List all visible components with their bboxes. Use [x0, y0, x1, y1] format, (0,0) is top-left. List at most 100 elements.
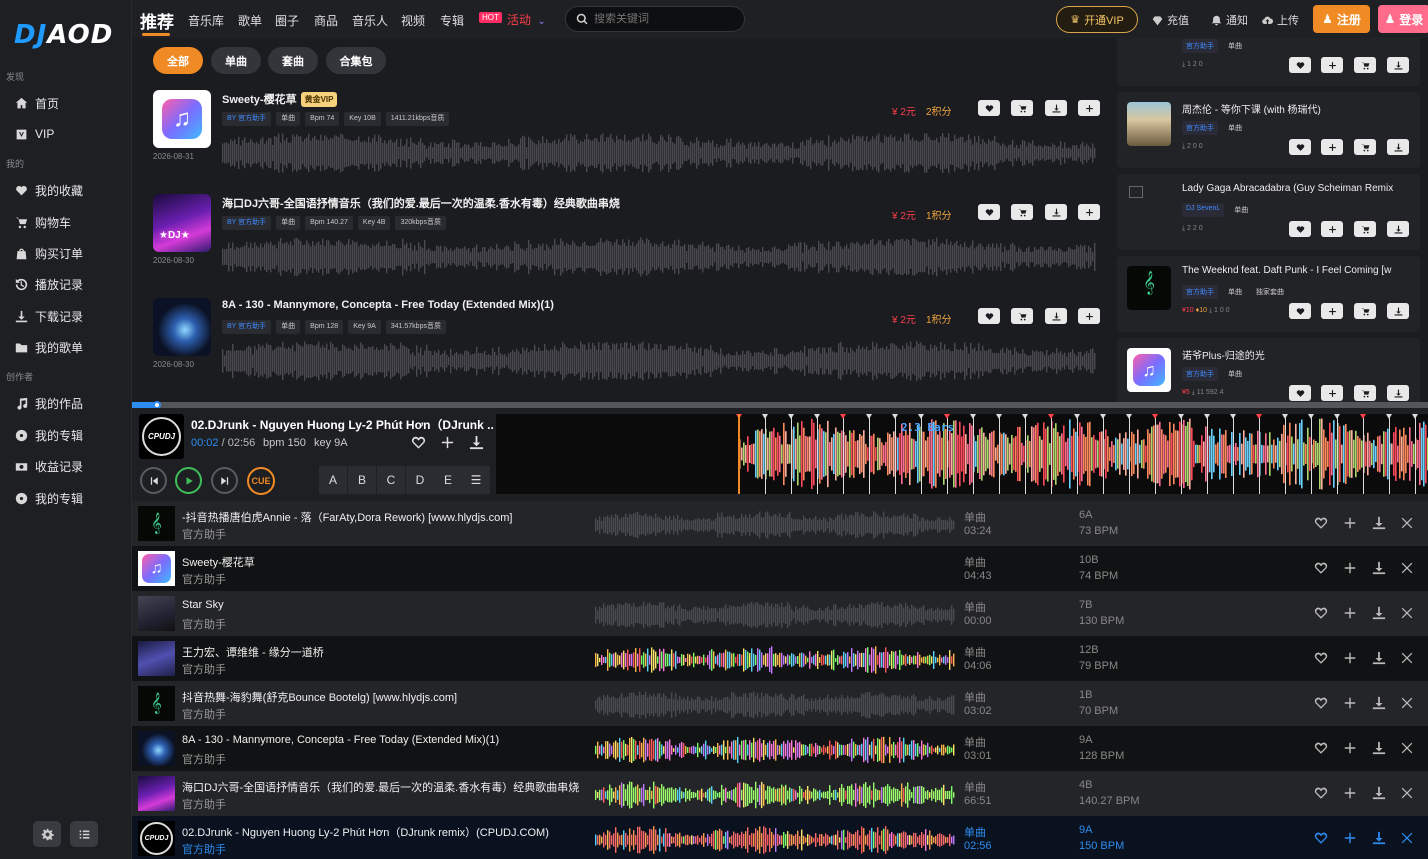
player-add-button[interactable] — [438, 433, 456, 451]
download-button[interactable] — [1387, 385, 1409, 401]
queue-add-button[interactable] — [1341, 649, 1358, 666]
nav-works[interactable]: 我的作品 — [14, 391, 83, 415]
queue-cover[interactable]: 𝄞 — [138, 686, 175, 721]
notify-link[interactable]: 通知 — [1211, 12, 1248, 28]
add-button[interactable] — [1321, 303, 1343, 319]
hotcue-e[interactable]: E — [434, 466, 463, 494]
download-button[interactable] — [1387, 57, 1409, 73]
nav-goods[interactable]: 商品 — [314, 12, 338, 29]
favorite-button[interactable] — [1289, 303, 1311, 319]
side-tag-author[interactable]: 官方助手 — [1182, 121, 1218, 135]
nav-cart[interactable]: 购物车 — [14, 210, 71, 234]
add-to-cart-button[interactable] — [1354, 221, 1376, 237]
recharge-link[interactable]: 充值 — [1152, 12, 1189, 28]
track-title[interactable]: Sweety-樱花草 黄金VIP — [222, 91, 338, 107]
queue-download-button[interactable] — [1370, 829, 1387, 846]
nav-albums-2[interactable]: 我的专辑 — [14, 486, 83, 510]
player-favorite-button[interactable] — [409, 433, 427, 451]
side-track-card[interactable]: 周杰伦 - 等你下课 (with 杨瑞代) 官方助手 单曲 ⤓ 2 0 0 — [1117, 92, 1420, 168]
queue-artist[interactable]: 官方助手 — [182, 571, 226, 587]
queue-cover[interactable]: CPUDJ — [138, 821, 175, 856]
queue-row[interactable]: Star Sky 官方助手 单曲 00:00 7B 130 BPM — [132, 591, 1428, 636]
side-track-cover[interactable] — [1127, 102, 1171, 146]
queue-title[interactable]: Star Sky — [182, 599, 582, 611]
player-download-button[interactable] — [467, 433, 485, 451]
tag-author[interactable]: BY 官方助手 — [222, 320, 272, 334]
play-button[interactable] — [175, 467, 202, 494]
add-to-cart-button[interactable] — [1354, 139, 1376, 155]
queue-artist[interactable]: 官方助手 — [182, 661, 226, 677]
track-cover[interactable]: ★DJ★ — [153, 194, 211, 252]
side-track-title[interactable]: 周杰伦 - 等你下课 (with 杨瑞代) — [1182, 101, 1412, 116]
side-track-cover[interactable] — [1127, 38, 1171, 64]
nav-home[interactable]: 首页 — [14, 91, 59, 115]
side-track-card[interactable]: 官方助手 单曲 ⤓ 1 2 0 — [1117, 38, 1420, 86]
queue-download-button[interactable] — [1370, 784, 1387, 801]
queue-row[interactable]: 海口DJ六哥-全国语抒情音乐（我们的爱.最后一次的温柔.香水有毒）经典歌曲串烧官… — [132, 771, 1428, 816]
queue-cover[interactable] — [138, 776, 175, 811]
queue-favorite-button[interactable] — [1312, 559, 1329, 576]
queue-favorite-button[interactable] — [1312, 694, 1329, 711]
queue-title[interactable]: 02.DJrunk - Nguyen Huong Ly-2 Phút Hơn（D… — [182, 824, 582, 840]
queue-download-button[interactable] — [1370, 649, 1387, 666]
list-button[interactable] — [70, 821, 98, 847]
queue-title[interactable]: 抖音热舞-海豹舞(舒克Bounce Bootelg) [www.hlydjs.c… — [182, 689, 582, 705]
queue-waveform[interactable] — [595, 601, 955, 629]
queue-row[interactable]: 8A - 130 - Mannymore, Concepta - Free To… — [132, 726, 1428, 771]
hotcue-menu-button[interactable]: ☰ — [462, 466, 491, 494]
cue-button[interactable]: CUE — [247, 467, 275, 495]
queue-remove-button[interactable] — [1398, 604, 1415, 621]
queue-remove-button[interactable] — [1398, 829, 1415, 846]
queue-favorite-button[interactable] — [1312, 784, 1329, 801]
queue-add-button[interactable] — [1341, 604, 1358, 621]
queue-favorite-button[interactable] — [1312, 829, 1329, 846]
track-card[interactable]: 2026-08-30 8A - 130 - Mannymore, Concept… — [152, 298, 1107, 398]
nav-history[interactable]: 播放记录 — [14, 272, 83, 296]
register-button[interactable]: ♟ 注册 — [1313, 5, 1370, 33]
hotcue-a[interactable]: A — [319, 466, 348, 494]
hotcue-c[interactable]: C — [377, 466, 406, 494]
side-track-title[interactable]: 诺爷Plus-归途的光 — [1182, 347, 1412, 362]
nav-music-library[interactable]: 音乐库 — [188, 12, 224, 29]
queue-row[interactable]: 𝄞 -抖音热播唐伯虎Annie - 落（FarAty,Dora Rework) [… — [132, 501, 1428, 546]
favorite-button[interactable] — [978, 100, 1000, 116]
player-cover[interactable]: CPUDJ — [139, 414, 184, 459]
add-button[interactable] — [1321, 139, 1343, 155]
download-button[interactable] — [1387, 303, 1409, 319]
side-tag-author[interactable]: 官方助手 — [1182, 285, 1218, 299]
side-track-card[interactable]: ♫ 诺爷Plus-归途的光 官方助手 单曲 ¥5 ⤓ 11 592 4 — [1117, 338, 1420, 402]
filter-set[interactable]: 套曲 — [268, 47, 318, 74]
queue-add-button[interactable] — [1341, 739, 1358, 756]
queue-favorite-button[interactable] — [1312, 514, 1329, 531]
add-to-cart-button[interactable] — [1354, 303, 1376, 319]
add-button[interactable] — [1078, 204, 1100, 220]
track-waveform[interactable] — [222, 133, 1096, 173]
filter-single[interactable]: 单曲 — [211, 47, 261, 74]
favorite-button[interactable] — [978, 204, 1000, 220]
queue-artist[interactable]: 官方助手 — [182, 706, 226, 722]
queue-favorite-button[interactable] — [1312, 649, 1329, 666]
favorite-button[interactable] — [1289, 57, 1311, 73]
track-card[interactable]: ♫ 2026-08-31 Sweety-樱花草 黄金VIP BY 官方助手 单曲 … — [152, 90, 1107, 190]
add-to-cart-button[interactable] — [1354, 57, 1376, 73]
vip-button[interactable]: ♛ 开通VIP — [1056, 6, 1138, 33]
search-input[interactable] — [594, 13, 734, 25]
queue-title[interactable]: 海口DJ六哥-全国语抒情音乐（我们的爱.最后一次的温柔.香水有毒）经典歌曲串烧 — [182, 779, 582, 795]
queue-waveform[interactable] — [595, 781, 955, 809]
queue-artist[interactable]: 官方助手 — [182, 751, 226, 767]
favorite-button[interactable] — [978, 308, 1000, 324]
queue-waveform[interactable] — [595, 511, 955, 539]
queue-waveform[interactable] — [595, 691, 955, 719]
add-button[interactable] — [1078, 308, 1100, 324]
queue-waveform[interactable] — [595, 826, 955, 854]
track-cover[interactable]: ♫ — [153, 90, 211, 148]
queue-add-button[interactable] — [1341, 694, 1358, 711]
queue-remove-button[interactable] — [1398, 649, 1415, 666]
player-title[interactable]: 02.DJrunk - Nguyen Huong Ly-2 Phút Hơn（D… — [191, 416, 493, 433]
download-button[interactable] — [1045, 308, 1067, 324]
add-to-cart-button[interactable] — [1354, 385, 1376, 401]
search-box[interactable] — [565, 6, 745, 32]
nav-downloads[interactable]: 下载记录 — [14, 304, 83, 328]
queue-title[interactable]: Sweety-樱花草 — [182, 554, 582, 570]
side-track-title[interactable]: Lady Gaga Abracadabra (Guy Scheiman Remi… — [1182, 183, 1412, 194]
